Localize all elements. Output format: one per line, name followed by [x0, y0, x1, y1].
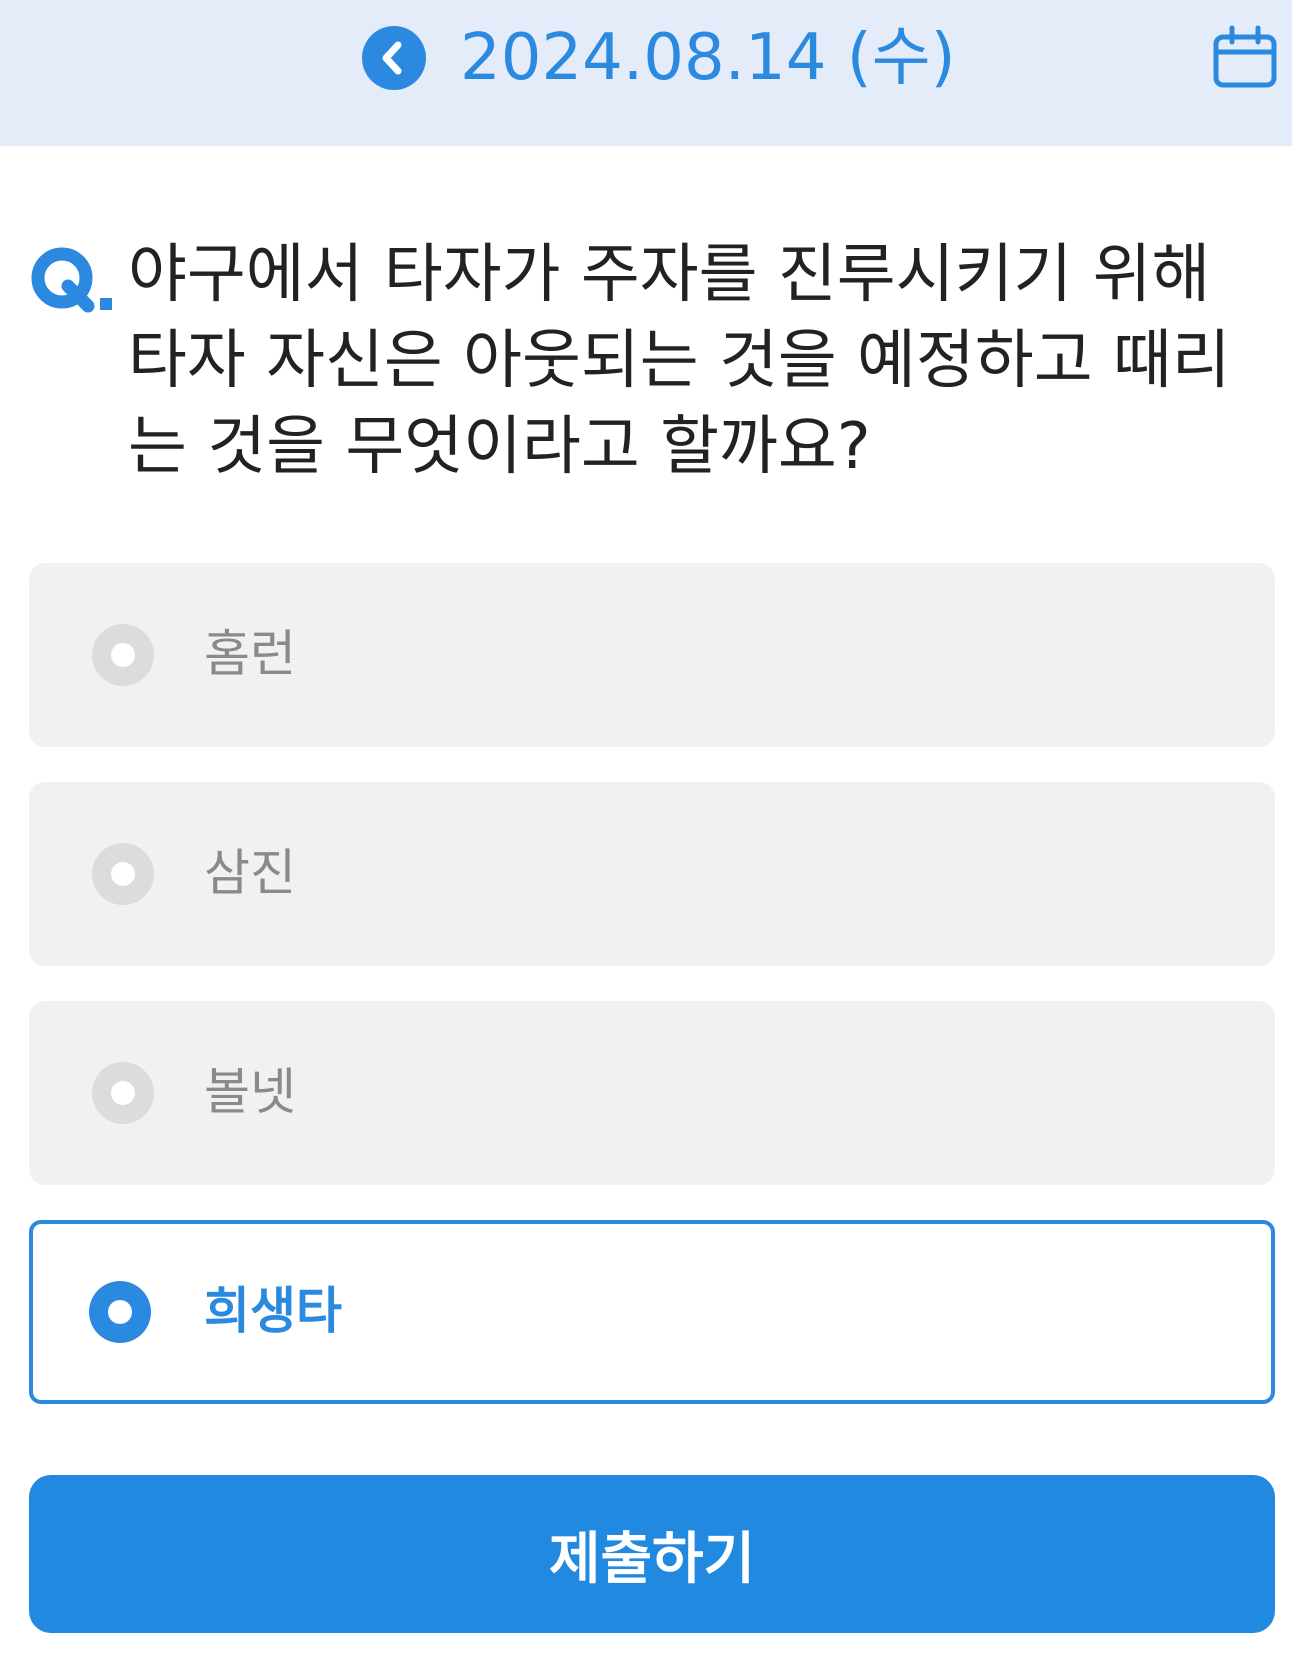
option-label: 희생타	[204, 1282, 342, 1340]
option-label: 홈런	[204, 625, 296, 683]
question-text: 야구에서 타자가 주자를 진루시키기 위해 타자 자신은 아웃되는 것을 예정하…	[128, 238, 1231, 484]
option-sacrifice-hit[interactable]: 희생타	[29, 1220, 1275, 1404]
chevron-left-icon	[382, 41, 402, 75]
option-strikeout[interactable]: 삼진	[29, 782, 1275, 966]
option-walk[interactable]: 볼넷	[29, 1001, 1275, 1185]
radio-button-selected[interactable]	[89, 1281, 151, 1343]
radio-button[interactable]	[92, 843, 154, 905]
back-button[interactable]	[362, 26, 426, 90]
radio-button[interactable]	[92, 624, 154, 686]
current-date[interactable]: 2024.08.14 (수)	[460, 16, 956, 100]
radio-button[interactable]	[92, 1062, 154, 1124]
option-label: 볼넷	[204, 1063, 296, 1121]
option-homerun[interactable]: 홈런	[29, 563, 1275, 747]
header-bar: 2024.08.14 (수)	[0, 0, 1292, 146]
option-label: 삼진	[204, 844, 296, 902]
q-mark-icon	[31, 247, 112, 313]
calendar-icon	[1213, 25, 1277, 88]
calendar-button[interactable]	[1212, 24, 1278, 90]
submit-button[interactable]: 제출하기	[29, 1475, 1275, 1633]
